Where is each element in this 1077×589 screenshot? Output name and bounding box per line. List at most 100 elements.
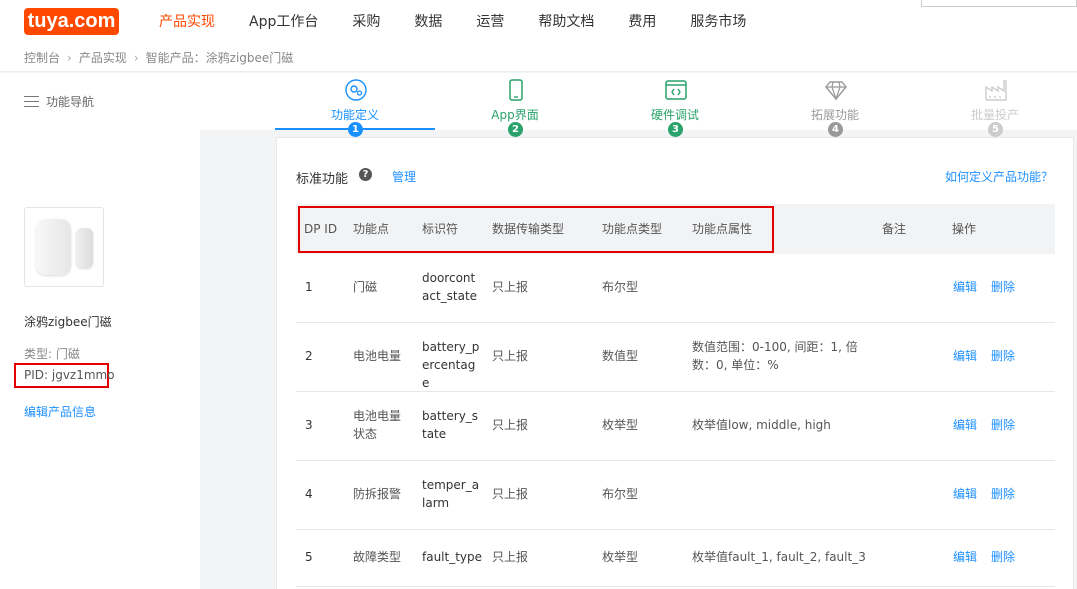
col-actions: 操作 xyxy=(952,222,977,236)
tuya-logo[interactable]: tuya.com xyxy=(24,8,119,35)
row-attributes: 枚举值fault_1, fault_2, fault_3 xyxy=(692,550,866,564)
step-label: 功能定义 xyxy=(330,108,379,122)
chevron-right-icon: › xyxy=(67,50,72,65)
row-transfer-type: 只上报 xyxy=(492,280,529,294)
factory-icon xyxy=(985,80,1007,101)
table-row: 4 防拆报警 temper_alarm 只上报 布尔型 编辑 删除 xyxy=(296,461,1055,530)
step-label: 批量投产 xyxy=(970,108,1019,122)
diamond-icon xyxy=(825,81,847,101)
row-function: 门磁 xyxy=(353,280,378,294)
step-function-definition[interactable]: 功能定义 1 xyxy=(275,73,435,137)
step-number: 3 xyxy=(668,122,683,137)
row-attributes: 数值范围：0-100, 间距：1, 倍数：0, 单位：% xyxy=(692,340,858,372)
function-nav-toggle[interactable]: 功能导航 xyxy=(0,73,275,130)
row-point-type: 数值型 xyxy=(602,349,639,363)
product-image xyxy=(24,207,104,287)
delete-button[interactable]: 删除 xyxy=(991,416,1015,434)
table-row: 1 门磁 doorcontact_state 只上报 布尔型 编辑 删除 xyxy=(296,254,1055,323)
row-dp-id: 2 xyxy=(305,349,313,363)
step-extended-features[interactable]: 拓展功能 4 xyxy=(755,73,915,137)
delete-button[interactable]: 删除 xyxy=(991,485,1015,503)
row-transfer-type: 只上报 xyxy=(492,418,529,432)
step-number: 4 xyxy=(828,122,843,137)
row-identifier: temper_alarm xyxy=(422,478,480,510)
product-pid: PID: jgvz1mmo xyxy=(14,363,115,388)
nav-item-fees[interactable]: 费用 xyxy=(628,0,656,44)
row-function: 电池电量状态 xyxy=(353,409,402,441)
table-row: 3 电池电量状态 battery_state 只上报 枚举型 枚举值low, m… xyxy=(296,392,1055,461)
row-function: 电池电量 xyxy=(353,349,402,363)
function-nav-label: 功能导航 xyxy=(46,95,95,109)
nav-item-service-market[interactable]: 服务市场 xyxy=(690,0,746,44)
step-label: App界面 xyxy=(491,108,539,122)
step-app-ui[interactable]: App界面 2 xyxy=(435,73,595,137)
edit-product-info-link[interactable]: 编辑产品信息 xyxy=(24,403,96,420)
chevron-right-icon: › xyxy=(133,50,139,65)
row-identifier: battery_state xyxy=(422,409,479,441)
phone-icon xyxy=(509,79,523,101)
edit-button[interactable]: 编辑 xyxy=(953,485,977,503)
row-point-type: 枚举型 xyxy=(602,550,639,564)
product-info-panel: 涂鸦zigbee门磁 类型: 门磁 PID: jgvz1mmo 编辑产品信息 xyxy=(0,130,200,589)
how-to-define-link[interactable]: 如何定义产品功能？ xyxy=(945,168,1053,185)
nav-item-app-workbench[interactable]: App工作台 xyxy=(249,0,318,44)
breadcrumb: 控制台 › 产品实现 › 智能产品：涂鸦zigbee门磁 xyxy=(0,44,1077,72)
main-nav: 产品实现 App工作台 采购 数据 运营 帮助文档 费用 服务市场 xyxy=(159,0,780,44)
row-point-type: 枚举型 xyxy=(602,418,639,432)
product-type: 类型: 门磁 xyxy=(24,347,80,361)
breadcrumb-current: 智能产品：涂鸦zigbee门磁 xyxy=(145,51,294,65)
row-transfer-type: 只上报 xyxy=(492,349,529,363)
top-navbar: tuya.com 产品实现 App工作台 采购 数据 运营 帮助文档 费用 服务… xyxy=(0,0,1077,44)
table-row: 5 故障类型 fault_type 只上报 枚举型 枚举值fault_1, fa… xyxy=(296,530,1055,587)
nav-item-data[interactable]: 数据 xyxy=(414,0,442,44)
step-number: 1 xyxy=(348,122,363,137)
edit-button[interactable]: 编辑 xyxy=(953,548,977,566)
row-dp-id: 3 xyxy=(305,418,313,432)
row-identifier: fault_type xyxy=(422,550,483,564)
delete-button[interactable]: 删除 xyxy=(991,548,1015,566)
menu-icon xyxy=(24,96,39,107)
breadcrumb-product[interactable]: 产品实现 xyxy=(79,49,127,66)
manage-link[interactable]: 管理 xyxy=(392,168,416,185)
nav-item-help-docs[interactable]: 帮助文档 xyxy=(538,0,594,44)
col-notes: 备注 xyxy=(882,222,907,236)
row-attributes: 枚举值low, middle, high xyxy=(692,418,831,432)
row-point-type: 布尔型 xyxy=(602,487,639,501)
section-title: 标准功能 xyxy=(296,172,349,187)
delete-button[interactable]: 删除 xyxy=(991,278,1015,296)
progress-steps: 功能定义 1 App界面 2 硬件调试 3 拓展功能 4 批量投产 5 xyxy=(275,73,1077,137)
table-row: 2 电池电量 battery_percentage 只上报 数值型 数值范围：0… xyxy=(296,323,1055,392)
door-sensor-body xyxy=(36,219,71,275)
help-icon[interactable]: ? xyxy=(359,168,372,181)
edit-button[interactable]: 编辑 xyxy=(953,416,977,434)
header-highlight-box xyxy=(298,206,774,253)
step-mass-production[interactable]: 批量投产 5 xyxy=(915,73,1075,137)
code-window-icon xyxy=(665,80,687,100)
row-function: 防拆报警 xyxy=(353,487,402,501)
row-transfer-type: 只上报 xyxy=(492,487,529,501)
row-identifier: battery_percentage xyxy=(422,340,480,390)
nav-item-product[interactable]: 产品实现 xyxy=(159,0,215,44)
row-identifier: doorcontact_state xyxy=(422,271,478,303)
step-label: 硬件调试 xyxy=(650,108,699,122)
step-label: 拓展功能 xyxy=(810,108,859,122)
page: tuya.com 产品实现 App工作台 采购 数据 运营 帮助文档 费用 服务… xyxy=(0,0,1077,589)
door-sensor-magnet xyxy=(76,228,93,268)
step-number: 2 xyxy=(508,122,523,137)
step-number: 5 xyxy=(988,122,1003,137)
nav-item-purchase[interactable]: 采购 xyxy=(352,0,380,44)
breadcrumb-console[interactable]: 控制台 xyxy=(24,49,60,66)
edit-button[interactable]: 编辑 xyxy=(953,278,977,296)
edit-button[interactable]: 编辑 xyxy=(953,347,977,365)
gear-circle-icon xyxy=(345,79,367,101)
user-dropdown[interactable] xyxy=(921,0,1077,7)
step-hardware-debug[interactable]: 硬件调试 3 xyxy=(595,73,755,137)
delete-button[interactable]: 删除 xyxy=(991,347,1015,365)
row-dp-id: 5 xyxy=(305,550,313,564)
function-definition-panel: 标准功能 ? 管理 如何定义产品功能？ DP ID 功能点 标识符 数据传输类型… xyxy=(276,137,1074,589)
row-point-type: 布尔型 xyxy=(602,280,639,294)
row-function: 故障类型 xyxy=(353,550,402,564)
row-transfer-type: 只上报 xyxy=(492,550,529,564)
nav-item-operation[interactable]: 运营 xyxy=(476,0,504,44)
row-dp-id: 4 xyxy=(305,487,313,501)
